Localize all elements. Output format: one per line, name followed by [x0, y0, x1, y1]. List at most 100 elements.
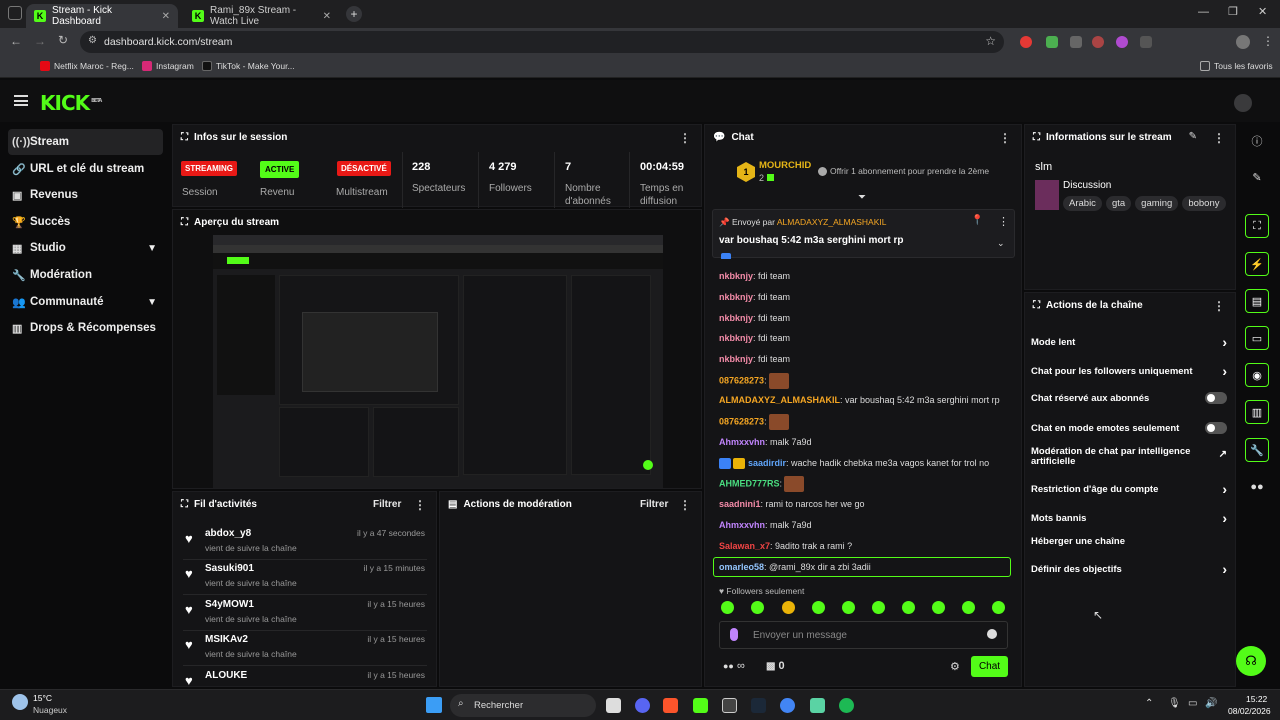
- edit-icon[interactable]: ✎: [1245, 165, 1269, 189]
- followers-only-item[interactable]: Chat pour les followers uniquement ›: [1031, 363, 1227, 379]
- send-chat-button[interactable]: Chat: [971, 656, 1008, 677]
- extension-icon[interactable]: [1070, 36, 1082, 48]
- taskbar-search[interactable]: ⌕ Rechercher: [450, 694, 596, 717]
- bookmark-star-icon[interactable]: ☆: [985, 34, 996, 48]
- broadcast-icon[interactable]: ◉: [1245, 363, 1269, 387]
- sidebar-item-communaute[interactable]: 👥 Communauté ▼: [8, 289, 163, 315]
- windows-start-icon[interactable]: [426, 697, 442, 713]
- emoji-icon[interactable]: [987, 629, 997, 639]
- close-tab-icon[interactable]: ✕: [323, 11, 331, 22]
- stream-preview-video[interactable]: [213, 235, 663, 488]
- back-icon[interactable]: ←: [10, 34, 22, 48]
- tab-rami-stream[interactable]: K Rami_89x Stream - Watch Live ✕: [184, 4, 339, 28]
- close-tab-icon[interactable]: ✕: [162, 11, 170, 22]
- edit-icon[interactable]: ✎: [1189, 131, 1197, 142]
- chat-message[interactable]: nkbknjy: fdi team: [719, 333, 790, 343]
- chat-message[interactable]: saadnini1: rami to narcos her we go: [719, 499, 865, 509]
- unpin-icon[interactable]: 📍: [971, 215, 983, 226]
- bookmark-instagram[interactable]: Instagram: [142, 61, 194, 71]
- chat-message[interactable]: Ahmxxvhn: malk 7a9d: [719, 437, 812, 447]
- chat-icon[interactable]: ▭: [1245, 326, 1269, 350]
- more-options-icon[interactable]: ⋮: [1213, 299, 1225, 313]
- tag[interactable]: Arabic: [1063, 196, 1102, 211]
- sidebar-item-stream[interactable]: ((·)) Stream: [8, 129, 163, 155]
- top-gifter-name[interactable]: MOURCHID: [759, 160, 811, 171]
- more-options-icon[interactable]: ⋮: [679, 498, 691, 512]
- age-restriction-item[interactable]: Restriction d'âge du compte ›: [1031, 481, 1227, 497]
- subscribers-only-item[interactable]: Chat réservé aux abonnés: [1031, 392, 1227, 404]
- chat-message[interactable]: 087628273:: [719, 414, 789, 430]
- reload-icon[interactable]: ↻: [58, 33, 68, 47]
- chat-settings-icon[interactable]: ⚙: [950, 660, 960, 673]
- maximize-icon[interactable]: ❐: [1228, 5, 1238, 18]
- emote-icon[interactable]: [721, 601, 734, 614]
- info-icon[interactable]: ⓘ: [1245, 129, 1269, 153]
- lightning-icon[interactable]: ⚡: [1245, 252, 1269, 276]
- emote-icon[interactable]: [902, 601, 915, 614]
- sidebar-item-succes[interactable]: 🏆 Succès: [8, 209, 163, 235]
- tag[interactable]: gta: [1105, 196, 1132, 211]
- subscribers-only-toggle[interactable]: [1205, 392, 1227, 404]
- emote-icon[interactable]: [842, 601, 855, 614]
- emote-icon[interactable]: [992, 601, 1005, 614]
- clock-time[interactable]: 15:22: [1246, 694, 1267, 704]
- chat-message[interactable]: AHMED777RS:: [719, 476, 805, 492]
- clock-date[interactable]: 08/02/2026: [1228, 706, 1271, 716]
- layout-icon[interactable]: ▥: [1245, 400, 1269, 424]
- hamburger-menu-icon[interactable]: [14, 95, 28, 106]
- more-options-icon[interactable]: ⋮: [1213, 131, 1225, 145]
- discord-icon[interactable]: [635, 698, 650, 713]
- expand-icon[interactable]: ⏷: [858, 192, 866, 203]
- chat-message[interactable]: 087628273:: [719, 373, 789, 389]
- chat-message[interactable]: nkbknjy: fdi team: [719, 313, 790, 323]
- sidebar-item-moderation[interactable]: 🔧 Modération: [8, 262, 163, 288]
- chat-message[interactable]: nkbknjy: fdi team: [719, 354, 790, 364]
- microphone-icon[interactable]: [730, 628, 738, 641]
- browser-menu-icon[interactable]: ⋮: [1262, 34, 1274, 48]
- emote-icon[interactable]: [751, 601, 764, 614]
- emotes-only-item[interactable]: Chat en mode emotes seulement: [1031, 422, 1227, 434]
- game-app-icon[interactable]: [722, 698, 737, 713]
- sidebar-item-studio[interactable]: ▦ Studio ▼: [8, 235, 163, 261]
- chat-message[interactable]: saadirdir: wache hadik chebka me3a vagos…: [719, 458, 989, 470]
- more-options-icon[interactable]: ⋮: [998, 215, 1009, 228]
- chat-message[interactable]: nkbknjy: fdi team: [719, 292, 790, 302]
- screen-capture-icon[interactable]: ⛶: [1245, 214, 1269, 238]
- emote-icon[interactable]: [782, 601, 795, 614]
- chat-message[interactable]: Salawan_x7: 9adito trak a rami ?: [719, 541, 852, 551]
- gift-offer[interactable]: Offrir 1 abonnement pour prendre la 2ème: [818, 166, 989, 177]
- more-options-icon[interactable]: ⋮: [414, 498, 426, 512]
- users-icon[interactable]: ●●: [1245, 475, 1269, 499]
- brave-icon[interactable]: [663, 698, 678, 713]
- emote-icon[interactable]: [962, 601, 975, 614]
- category-name[interactable]: Discussion: [1063, 180, 1111, 191]
- slow-mode-item[interactable]: Mode lent ›: [1031, 334, 1227, 350]
- user-avatar[interactable]: [1234, 94, 1252, 112]
- extension-icon[interactable]: [1020, 36, 1032, 48]
- all-bookmarks[interactable]: Tous les favoris: [1200, 61, 1273, 71]
- extension-icon[interactable]: [1092, 36, 1104, 48]
- emotes-only-toggle[interactable]: [1205, 422, 1227, 434]
- chat-message[interactable]: Ahmxxvhn: malk 7a9d: [719, 520, 812, 530]
- emote-icon[interactable]: [932, 601, 945, 614]
- tag[interactable]: gaming: [1135, 196, 1179, 211]
- chevron-up-icon[interactable]: ⌃: [1145, 698, 1153, 709]
- tab-kick-dashboard[interactable]: K Stream - Kick Dashboard ✕: [26, 4, 178, 28]
- forward-icon[interactable]: →: [34, 34, 46, 48]
- url-field[interactable]: ⚙ dashboard.kick.com/stream ☆: [80, 31, 1004, 53]
- emote-icon[interactable]: [872, 601, 885, 614]
- sidebar-item-drops[interactable]: ▥ Drops & Récompenses: [8, 315, 163, 341]
- more-options-icon[interactable]: ⋮: [999, 131, 1011, 145]
- new-tab-icon[interactable]: +: [346, 6, 362, 22]
- tab-search-icon[interactable]: [8, 6, 22, 20]
- chevron-down-icon[interactable]: ⌄: [997, 238, 1005, 249]
- infinity-control[interactable]: ●● ∞: [723, 660, 745, 672]
- task-view-icon[interactable]: [606, 698, 621, 713]
- emote-icon[interactable]: [812, 601, 825, 614]
- microphone-icon[interactable]: 🎙: [1168, 698, 1181, 709]
- pinned-message[interactable]: 📌 Envoyé par ALMADAXYZ_ALMASHAKIL var bo…: [712, 209, 1015, 258]
- banned-words-item[interactable]: Mots bannis ›: [1031, 510, 1227, 526]
- wrench-icon[interactable]: 🔧: [1245, 438, 1269, 462]
- steam-icon[interactable]: [751, 698, 766, 713]
- gift-count[interactable]: ▩ 0: [766, 660, 785, 672]
